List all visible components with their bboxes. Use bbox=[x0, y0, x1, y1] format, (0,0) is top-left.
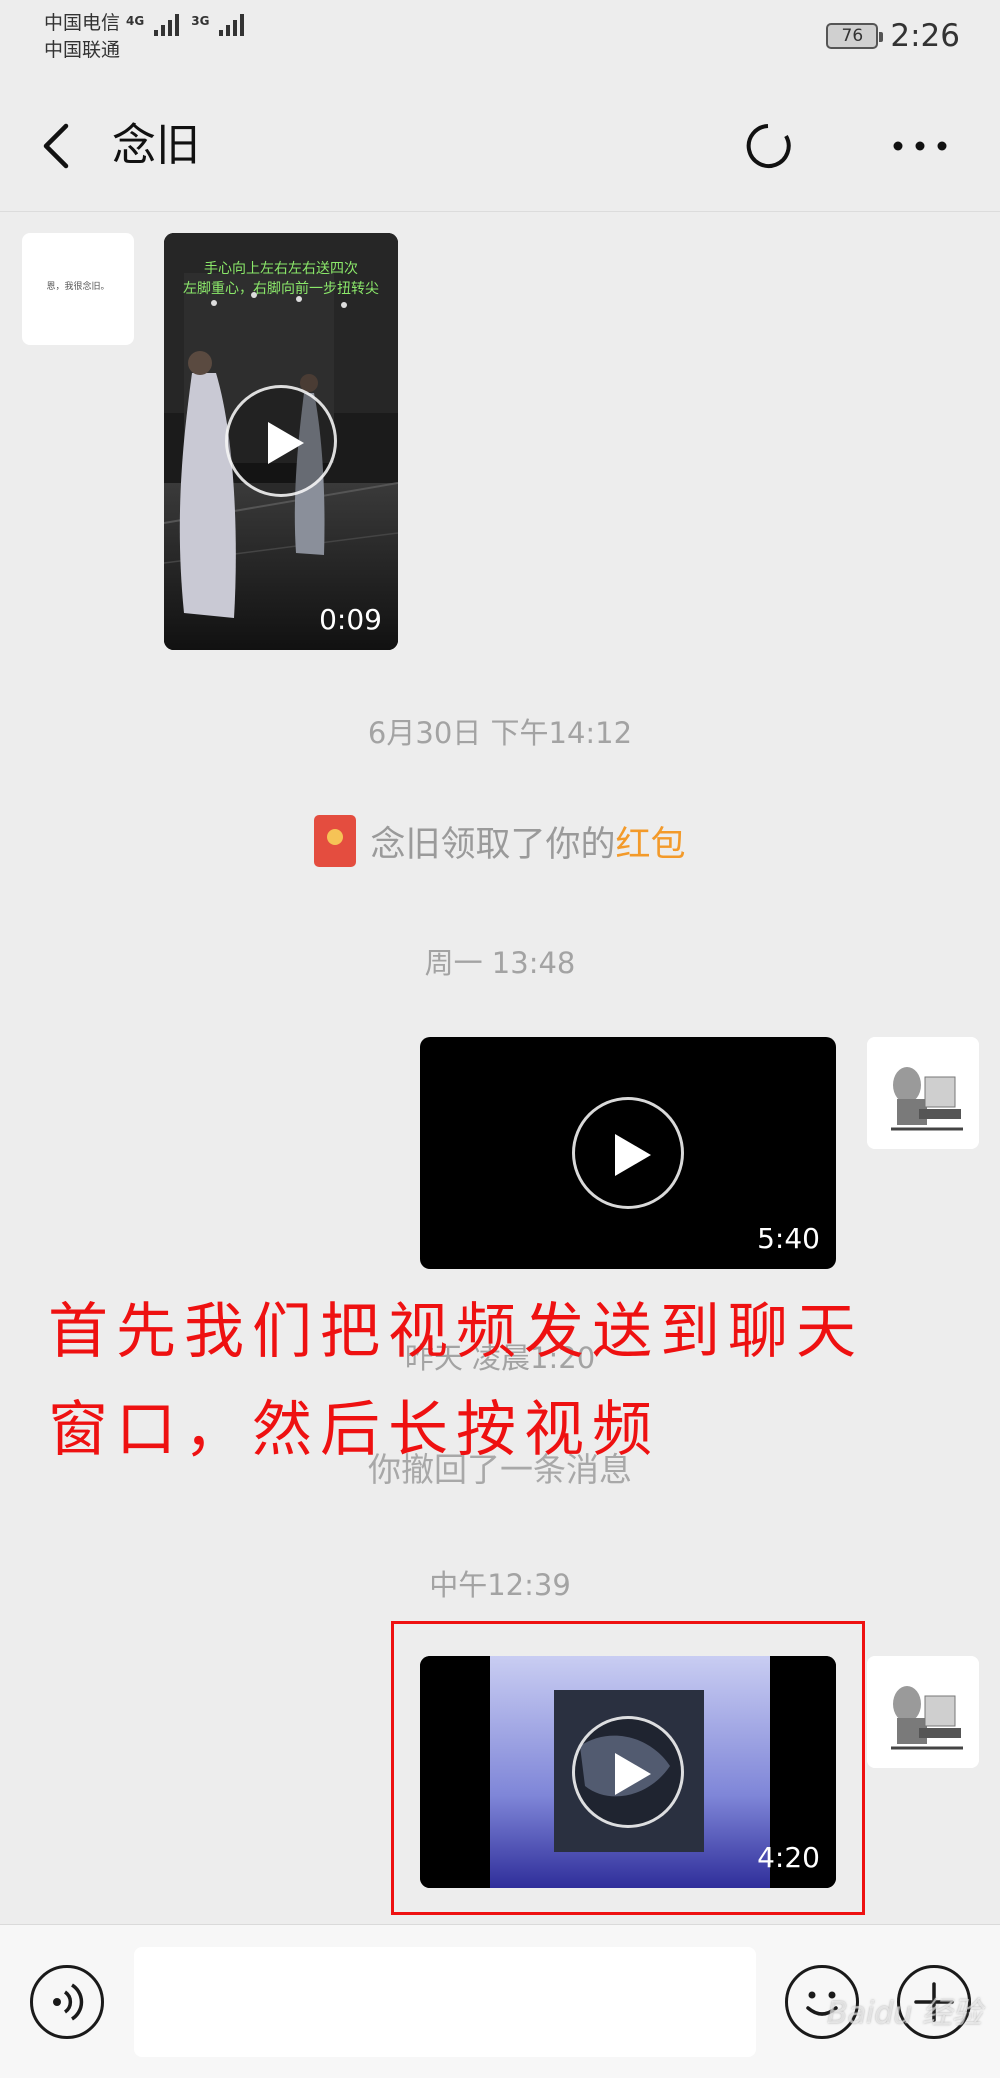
caption-line-1: 手心向上左右左右送四次 bbox=[204, 261, 358, 277]
battery-level: 76 bbox=[841, 26, 864, 46]
network-1-label: 4G bbox=[126, 14, 145, 28]
message-timestamp: 6月30日 下午14:12 bbox=[367, 716, 633, 750]
highlight-box bbox=[391, 1621, 865, 1915]
play-icon[interactable] bbox=[225, 385, 337, 497]
status-bar: 中国电信 4G 3G 中国联通 76 2:26 bbox=[0, 0, 1000, 80]
message-input[interactable] bbox=[134, 1947, 756, 2057]
avatar-text: 恩，我很念旧。 bbox=[46, 282, 110, 292]
chat-title: 念旧 bbox=[112, 120, 200, 171]
circle-icon bbox=[746, 124, 791, 168]
carrier-1-label: 中国电信 bbox=[44, 12, 121, 34]
chat-header: 念旧 bbox=[0, 80, 1000, 212]
annotation-line-2: 窗口，然后长按视频 bbox=[48, 1395, 660, 1465]
more-dots-icon bbox=[893, 141, 947, 151]
network-2-label: 3G bbox=[191, 14, 210, 28]
voice-button[interactable] bbox=[30, 1965, 104, 2039]
my-avatar[interactable] bbox=[867, 1037, 979, 1149]
video-duration: 5:40 bbox=[757, 1222, 820, 1255]
more-options-button[interactable] bbox=[890, 116, 950, 176]
carrier-2-label: 中国联通 bbox=[44, 39, 121, 61]
red-packet-link[interactable]: 红包 bbox=[616, 825, 686, 865]
voice-icon bbox=[53, 1983, 84, 2021]
message-timestamp: 中午12:39 bbox=[429, 1568, 571, 1602]
avatar-image bbox=[867, 1656, 979, 1768]
red-packet-text: 念旧领取了你的 bbox=[370, 824, 616, 865]
annotation-line-1: 首先我们把视频发送到聊天 bbox=[48, 1297, 864, 1367]
annotation-text: 首先我们把视频发送到聊天 窗口，然后长按视频 bbox=[48, 1283, 988, 1479]
signal-icon bbox=[154, 12, 180, 36]
battery-icon: 76 bbox=[826, 23, 884, 49]
play-icon[interactable] bbox=[572, 1097, 684, 1209]
refresh-button[interactable] bbox=[738, 116, 798, 176]
carrier-info: 中国电信 4G 3G 中国联通 bbox=[44, 10, 245, 64]
video-duration: 0:09 bbox=[319, 603, 382, 636]
video-message-2[interactable]: 5:40 bbox=[420, 1037, 836, 1269]
input-bar: Baidu 经验 bbox=[0, 1924, 1000, 2078]
back-button[interactable] bbox=[30, 116, 90, 176]
red-packet-notice: 念旧领取了你的红包 bbox=[0, 815, 1000, 867]
video-message-1[interactable]: 手心向上左右左右送四次 左脚重心，右脚向前一步扭转尖 0:09 bbox=[164, 233, 398, 650]
status-time: 2:26 bbox=[890, 18, 960, 54]
video-caption: 手心向上左右左右送四次 左脚重心，右脚向前一步扭转尖 bbox=[164, 259, 398, 299]
chevron-left-icon bbox=[43, 123, 69, 169]
avatar-image bbox=[867, 1037, 979, 1149]
watermark: Baidu 经验 bbox=[827, 1996, 982, 2031]
contact-avatar[interactable]: 恩，我很念旧。 bbox=[22, 233, 134, 345]
message-timestamp: 周一 13:48 bbox=[424, 946, 576, 980]
signal-icon bbox=[219, 12, 245, 36]
caption-line-2: 左脚重心，右脚向前一步扭转尖 bbox=[183, 281, 379, 297]
red-packet-icon bbox=[314, 815, 357, 867]
my-avatar[interactable] bbox=[867, 1656, 979, 1768]
